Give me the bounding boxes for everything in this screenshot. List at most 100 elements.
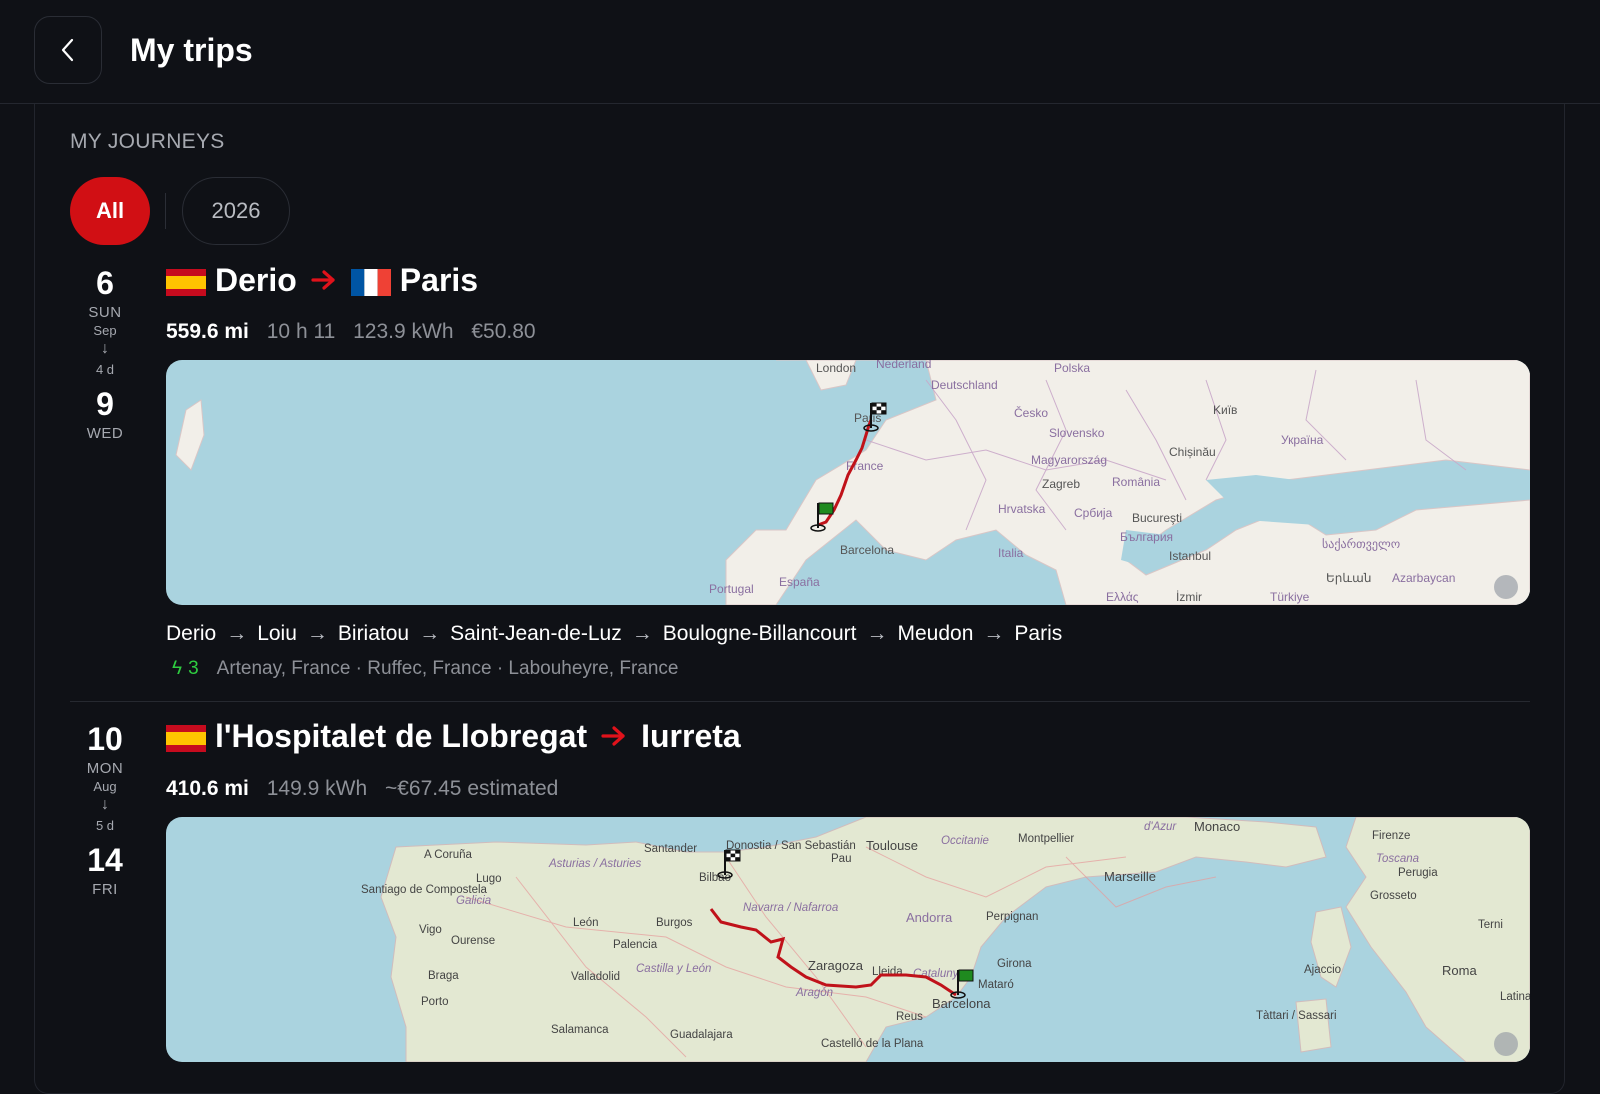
end-weekday: FRI [92,881,118,898]
map-label: Monaco [1194,819,1240,834]
trip-distance: 559.6 mi [166,320,249,343]
back-button[interactable] [34,16,102,84]
map-label: Navarra / Nafarroa [743,902,838,914]
start-weekday: MON [86,760,124,777]
map-label: Česko [1014,405,1048,420]
trip-distance: 410.6 mi [166,777,249,800]
stop-name: Biriatou [337,622,410,645]
map-label: Galicia [456,895,491,907]
stop-name: Meudon [897,622,974,645]
filter-year-chip[interactable]: 2026 [182,177,290,245]
map-label: Montpellier [1018,833,1074,845]
map-label: Србија [1074,506,1113,520]
map-label: България [1120,530,1173,544]
trip-cost-estimate: ~€67.45 estimated [384,777,559,800]
map-label: Perpignan [986,911,1038,923]
map-label: საქართველო [1322,537,1400,551]
trip-duration: 5 d [95,818,115,833]
map-label: Istanbul [1169,549,1211,563]
arrow-down-icon: ↓ [101,796,109,813]
france-flag-icon [350,267,391,296]
trip-time: 10 h 11 [266,320,336,343]
map-label: Ajaccio [1304,964,1341,976]
map-label: A Coruña [424,849,473,861]
trip-stats: 410.6 mi 149.9 kWh ~€67.45 estimated [166,777,570,801]
trip-title: l'Hospitalet de Llobregat Iurreta [166,718,741,755]
end-day: 9 [96,386,114,422]
trip-date-range: 6 SUN Sep ↓ 4 d 9 WED [70,264,140,442]
arrow-right-icon [311,262,337,299]
charger-list: Artenay, France · Ruffec, France · Labou… [216,658,679,679]
trip-cost: €50.80 [471,320,536,343]
map-label: Toscana [1376,853,1419,865]
map-label: Zaragoza [808,958,864,973]
map-label: Tàttari / Sassari [1256,1010,1337,1022]
trip-energy: 123.9 kWh [353,320,454,343]
map-label: Portugal [709,582,754,596]
trip-map[interactable]: London Nederland Polska Deutschland Kиїв… [166,360,1530,605]
info-icon [1494,1032,1518,1056]
map-label: Guadalajara [670,1029,733,1041]
charger-count: 3 [188,658,199,679]
map-label: León [573,917,599,929]
map-label: Valladolid [571,971,620,983]
arrow-right-icon [601,718,627,755]
map-label: Braga [428,970,459,982]
arrow-right-icon: → [419,622,441,645]
map-label: d'Azur [1144,821,1177,833]
map-label: Occitanie [941,835,989,847]
map-label: Slovensko [1049,426,1105,440]
map-label: Երևան [1326,571,1371,585]
app-header: My trips [0,0,1600,104]
trip-origin: l'Hospitalet de Llobregat [215,718,588,754]
map-label: Marseille [1104,869,1156,884]
stop-name: Loiu [257,622,297,645]
map-label: Deutschland [931,378,998,392]
trip-map[interactable]: A Coruña Santander Donostia / San Sebast… [166,817,1530,1062]
map-label: Toulouse [866,838,918,853]
trip-stops: Derio → Loiu → Biriatou → Saint-Jean-de-Luz → Bo… [166,622,1062,646]
page-title: My trips [130,32,253,68]
map-label: Pau [831,853,851,865]
arrow-right-icon: → [631,622,653,645]
arrow-down-icon: ↓ [101,340,109,357]
arrow-right-icon: → [226,622,248,645]
map-label: Magyarország [1031,453,1107,467]
map-label: Polska [1054,361,1090,375]
map-label: Asturias / Asturies [548,858,641,870]
section-label: MY JOURNEYS [70,130,225,153]
info-icon [1494,575,1518,599]
map-label: Castilla y León [636,963,711,975]
map-label: Türkiye [1270,590,1310,604]
filter-all-chip[interactable]: All [70,177,150,245]
map-label: Grosseto [1370,890,1417,902]
map-label: Hrvatska [998,502,1046,516]
trip-origin: Derio [215,262,297,298]
map-label: Roma [1442,963,1477,978]
map-label: Andorra [906,910,953,925]
map-label: Ελλάς [1106,590,1139,604]
spain-flag-icon [166,267,206,296]
map-label: Vigo [419,924,442,936]
trip-energy: 149.9 kWh [266,777,368,800]
trip-destination: Paris [399,262,479,298]
map-label: Italia [998,546,1024,560]
map-label: Santander [644,843,697,855]
map-label: Azarbaycan [1392,571,1455,585]
map-label: Nederland [876,360,931,371]
spain-flag-icon [166,723,206,752]
map-label: Firenze [1372,830,1410,842]
map-label: España [779,575,820,589]
map-label: România [1112,475,1160,489]
trip-date-range: 10 MON Aug ↓ 5 d 14 FRI [70,720,140,898]
map-label: Donostia / San Sebastián [726,840,856,852]
map-label: London [816,361,856,375]
map-label: Terni [1478,919,1503,931]
map-label: Bucureşti [1132,511,1182,525]
map-label: Reus [896,1011,923,1023]
end-day: 14 [87,842,123,878]
map-label: Chișinău [1169,445,1216,459]
map-label: Porto [421,996,449,1008]
map-label: Україна [1281,433,1324,447]
arrow-right-icon: → [306,622,328,645]
